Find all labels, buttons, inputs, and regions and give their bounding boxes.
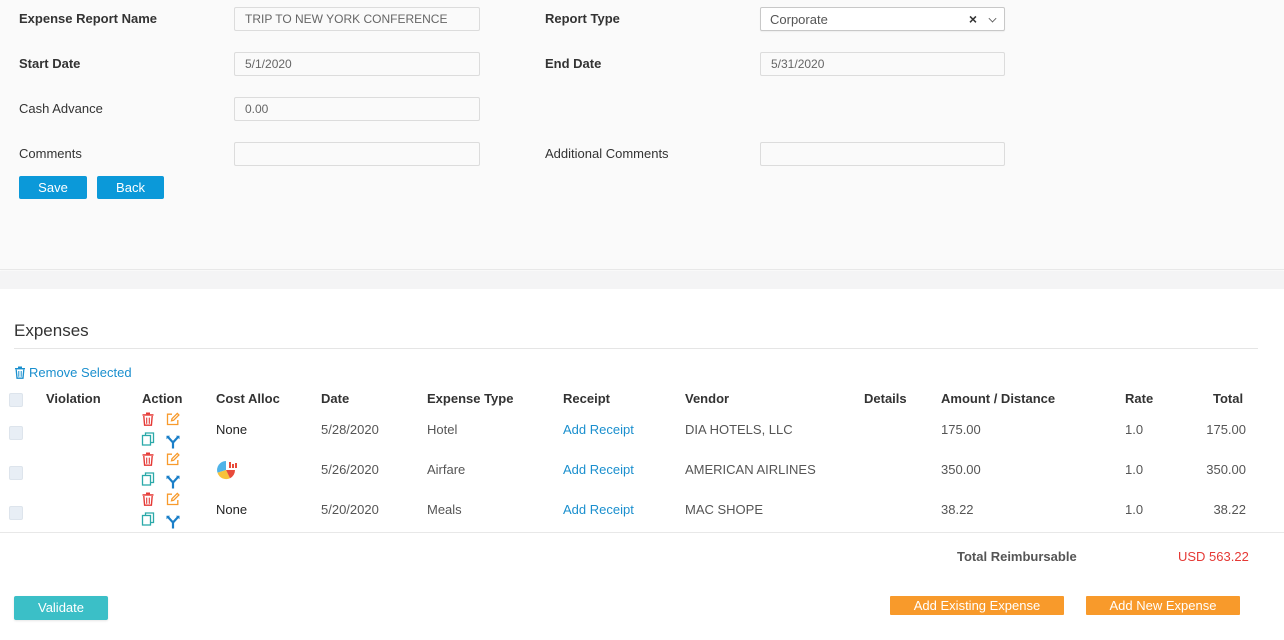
rate-cell: 1.0 xyxy=(1125,462,1144,477)
split-icon[interactable] xyxy=(166,515,180,529)
section-separator xyxy=(0,271,1284,289)
amount-cell: 38.22 xyxy=(941,502,974,517)
add-receipt-link[interactable]: Add Receipt xyxy=(563,422,634,437)
date-cell: 5/28/2020 xyxy=(321,422,379,437)
split-icon[interactable] xyxy=(166,475,180,489)
date-cell: 5/26/2020 xyxy=(321,462,379,477)
add-receipt-link[interactable]: Add Receipt xyxy=(563,502,634,517)
chevron-down-icon[interactable] xyxy=(988,14,997,23)
edit-icon[interactable] xyxy=(166,452,180,466)
col-details: Details xyxy=(864,391,907,406)
edit-icon[interactable] xyxy=(166,492,180,506)
expense-type-cell: Hotel xyxy=(427,422,458,437)
cash-advance-label: Cash Advance xyxy=(19,101,103,116)
report-type-label: Report Type xyxy=(545,11,620,26)
col-action: Action xyxy=(142,391,183,406)
col-total: Total xyxy=(1213,391,1244,406)
close-icon[interactable]: × xyxy=(969,11,977,27)
amount-cell: 350.00 xyxy=(941,462,981,477)
expenses-panel xyxy=(0,289,1284,640)
back-button[interactable]: Back xyxy=(97,176,164,199)
expense-type-cell: Airfare xyxy=(427,462,466,477)
col-rate: Rate xyxy=(1125,391,1154,406)
cost-alloc-cell: None xyxy=(216,422,248,437)
copy-icon[interactable] xyxy=(141,512,155,526)
copy-icon[interactable] xyxy=(141,472,155,486)
vendor-cell: MAC SHOPE xyxy=(685,502,764,517)
expense-type-cell: Meals xyxy=(427,502,462,517)
report-type-select[interactable]: Corporate × xyxy=(760,7,1005,31)
row-checkbox[interactable] xyxy=(9,426,23,440)
date-cell: 5/20/2020 xyxy=(321,502,379,517)
divider xyxy=(14,348,1258,349)
expenses-title: Expenses xyxy=(14,321,89,340)
total-reimbursable-value: USD 563.22 xyxy=(1178,549,1249,564)
add-receipt-link[interactable]: Add Receipt xyxy=(563,462,634,477)
rate-cell: 1.0 xyxy=(1125,422,1144,437)
trash-icon[interactable] xyxy=(141,452,155,466)
comments-input[interactable] xyxy=(234,142,480,166)
total-reimbursable-label: Total Reimbursable xyxy=(957,549,1077,564)
cash-advance-input[interactable]: 0.00 xyxy=(234,97,480,121)
additional-comments-input[interactable] xyxy=(760,142,1005,166)
col-date: Date xyxy=(321,391,350,406)
col-violation: Violation xyxy=(46,391,101,406)
select-all-checkbox[interactable] xyxy=(9,393,23,407)
comments-label: Comments xyxy=(19,146,82,161)
col-cost-alloc: Cost Alloc xyxy=(216,391,280,406)
remove-selected-link[interactable]: Remove Selected xyxy=(14,365,132,380)
rate-cell: 1.0 xyxy=(1125,502,1144,517)
copy-icon[interactable] xyxy=(141,432,155,446)
vendor-cell: DIA HOTELS, LLC xyxy=(685,422,793,437)
validate-button[interactable]: Validate xyxy=(14,596,108,620)
report-name-input[interactable]: TRIP TO NEW YORK CONFERENCE xyxy=(234,7,480,31)
trash-icon[interactable] xyxy=(141,412,155,426)
end-date-label: End Date xyxy=(545,56,602,71)
amount-cell: 175.00 xyxy=(941,422,981,437)
col-receipt: Receipt xyxy=(563,391,610,406)
total-cell: 350.00 xyxy=(1206,462,1246,477)
start-date-label: Start Date xyxy=(19,56,81,71)
trash-icon[interactable] xyxy=(141,492,155,506)
add-new-expense-button[interactable]: Add New Expense xyxy=(1086,596,1240,615)
col-vendor: Vendor xyxy=(685,391,730,406)
edit-icon[interactable] xyxy=(166,412,180,426)
end-date-input[interactable]: 5/31/2020 xyxy=(760,52,1005,76)
split-icon[interactable] xyxy=(166,435,180,449)
report-name-label: Expense Report Name xyxy=(19,11,157,26)
vendor-cell: AMERICAN AIRLINES xyxy=(685,462,816,477)
report-type-value: Corporate xyxy=(770,12,828,27)
remove-selected-label: Remove Selected xyxy=(29,365,132,380)
start-date-input[interactable]: 5/1/2020 xyxy=(234,52,480,76)
additional-comments-label: Additional Comments xyxy=(545,146,669,161)
pie-chart-icon[interactable] xyxy=(216,460,238,480)
save-button[interactable]: Save xyxy=(19,176,87,199)
col-expense-type: Expense Type xyxy=(427,391,514,406)
add-existing-expense-button[interactable]: Add Existing Expense xyxy=(890,596,1064,615)
cost-alloc-cell: None xyxy=(216,502,248,517)
trash-icon xyxy=(15,366,25,379)
col-amount: Amount / Distance xyxy=(941,391,1056,406)
divider xyxy=(0,532,1284,533)
total-cell: 38.22 xyxy=(1213,502,1246,517)
report-header-panel: Expense Report Name TRIP TO NEW YORK CON… xyxy=(0,0,1284,270)
row-checkbox[interactable] xyxy=(9,466,23,480)
row-checkbox[interactable] xyxy=(9,506,23,520)
total-cell: 175.00 xyxy=(1206,422,1246,437)
